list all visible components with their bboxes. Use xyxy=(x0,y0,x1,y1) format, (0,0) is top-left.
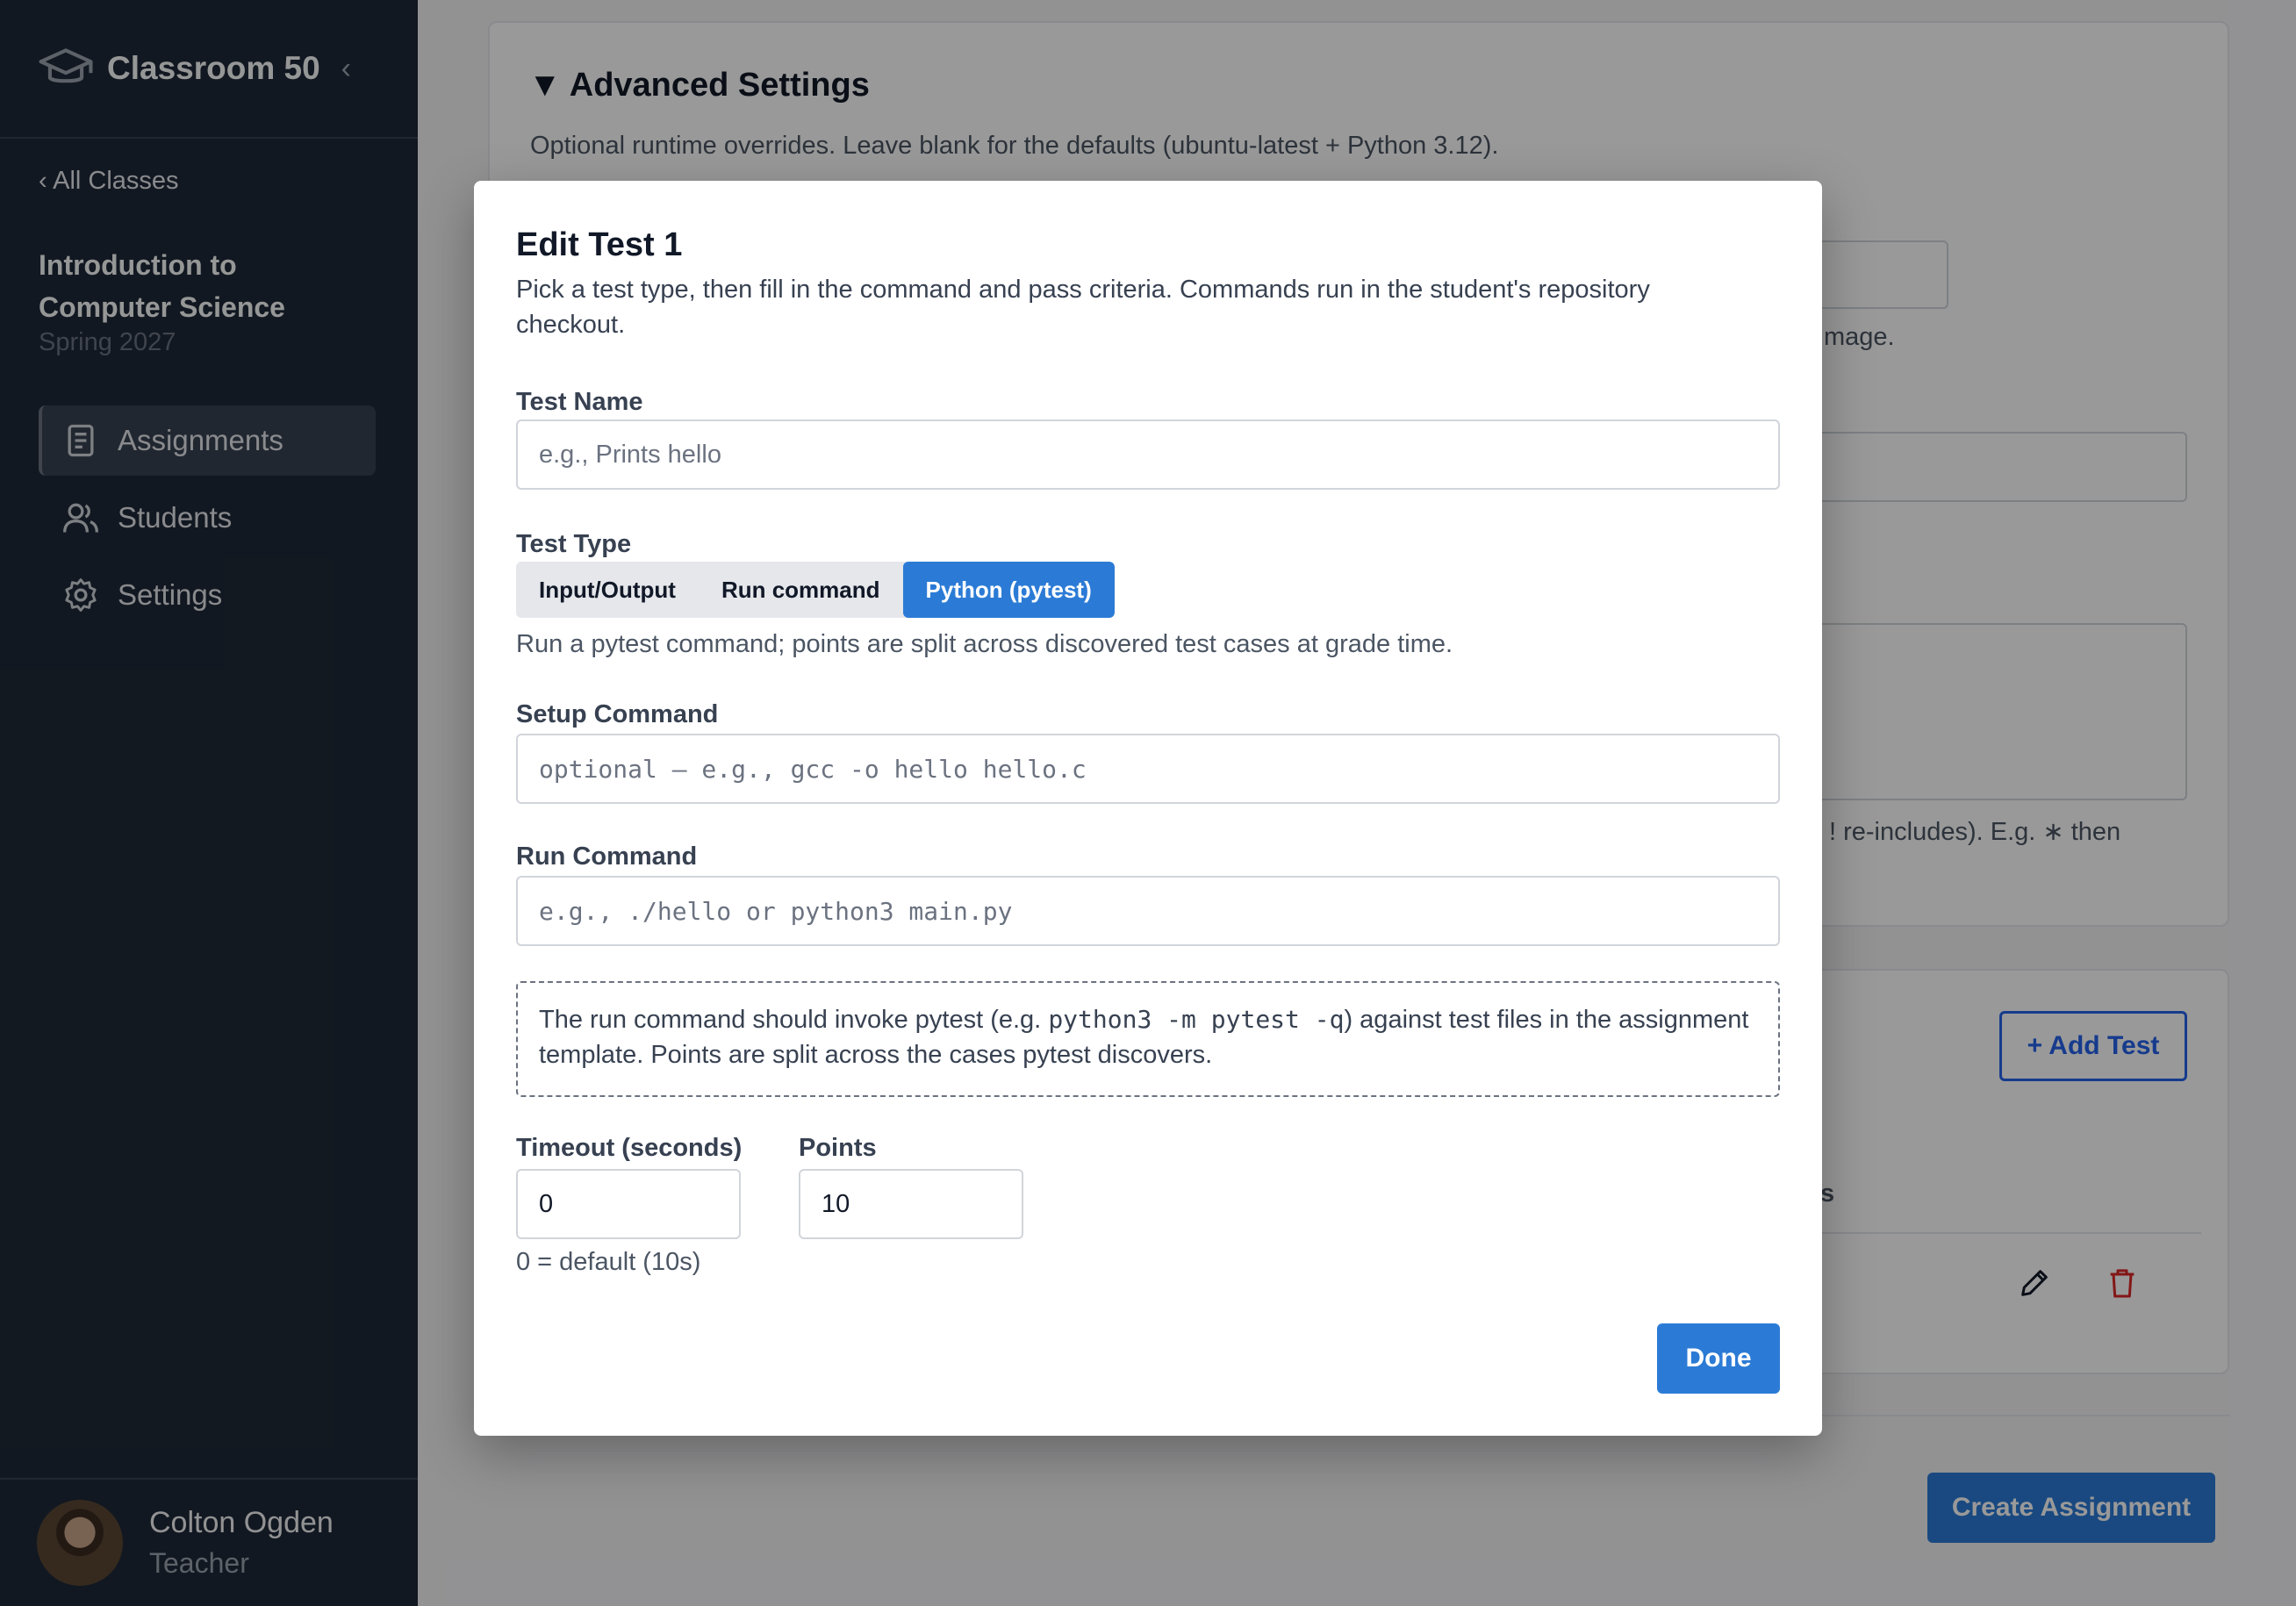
modal-description: Pick a test type, then fill in the comma… xyxy=(516,276,1650,339)
test-name-label: Test Name xyxy=(516,388,643,416)
test-name-input[interactable] xyxy=(516,419,1780,490)
points-input[interactable] xyxy=(799,1169,1023,1239)
timeout-label: Timeout (seconds) xyxy=(516,1134,743,1162)
points-label: Points xyxy=(799,1134,877,1162)
pytest-note: The run command should invoke pytest (e.… xyxy=(516,981,1780,1097)
modal-title: Edit Test 1 xyxy=(516,226,683,263)
edit-test-modal: Edit Test 1 Pick a test type, then fill … xyxy=(474,181,1822,1436)
pytest-note-text: The run command should invoke pytest (e.… xyxy=(539,1006,1049,1034)
test-type-run-command[interactable]: Run command xyxy=(699,562,903,618)
setup-command-input[interactable] xyxy=(516,734,1780,804)
test-type-python-pytest[interactable]: Python (pytest) xyxy=(902,562,1115,618)
pytest-note-code: python3 -m pytest -q xyxy=(1048,1005,1345,1034)
run-command-input[interactable] xyxy=(516,876,1780,946)
done-button[interactable]: Done xyxy=(1657,1323,1780,1394)
test-type-label: Test Type xyxy=(516,530,632,558)
run-command-label: Run Command xyxy=(516,842,698,871)
test-type-selector: Input/Output Run command Python (pytest) xyxy=(516,562,1115,618)
timeout-help: 0 = default (10s) xyxy=(516,1248,701,1276)
test-type-help: Run a pytest command; points are split a… xyxy=(516,630,1453,658)
test-type-input-output[interactable]: Input/Output xyxy=(516,562,699,618)
setup-command-label: Setup Command xyxy=(516,700,719,728)
timeout-input[interactable] xyxy=(516,1169,741,1239)
